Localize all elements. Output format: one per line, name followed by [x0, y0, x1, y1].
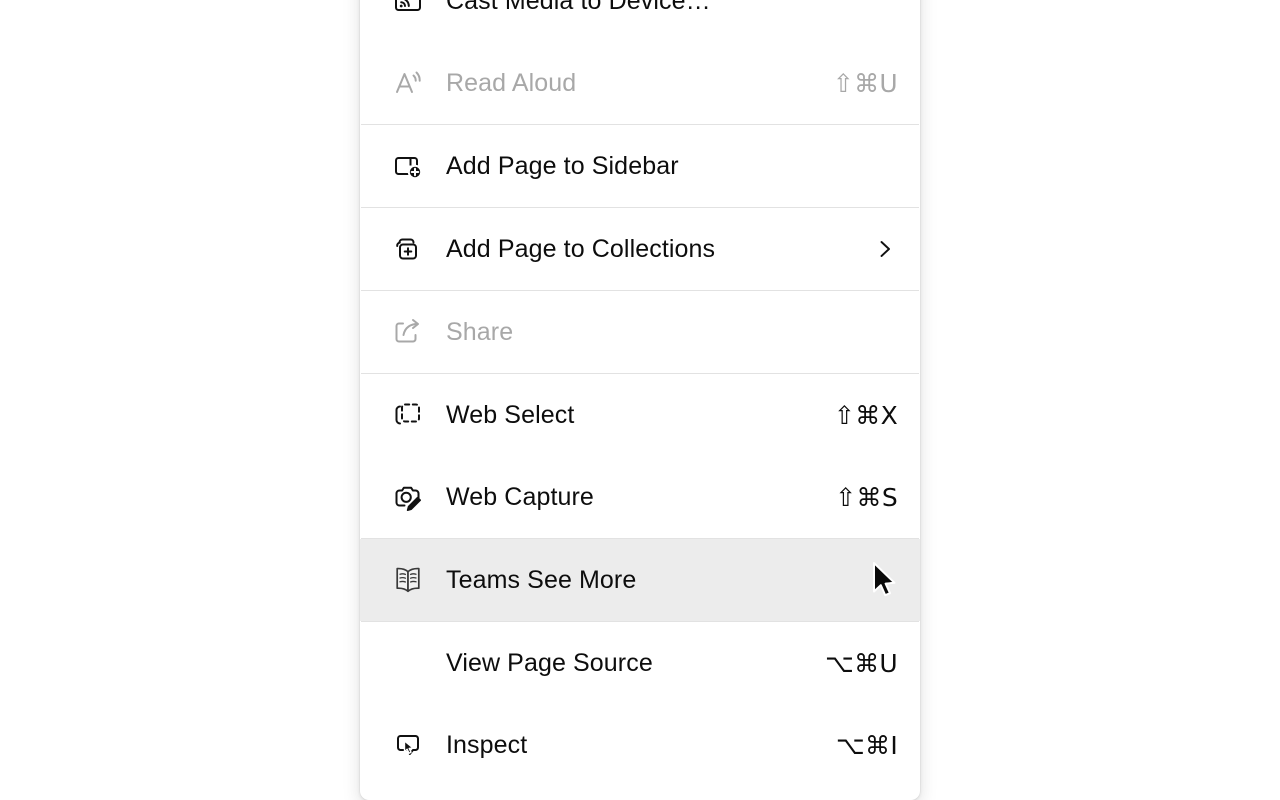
menu-item-cast-media-to-device[interactable]: Cast Media to Device…	[360, 0, 920, 42]
menu-item-add-page-to-collections[interactable]: Add Page to Collections	[360, 208, 920, 290]
menu-item-teams-see-more[interactable]: Teams See More	[360, 539, 920, 621]
menu-item-shortcut: ⌥⌘I	[836, 733, 898, 758]
chevron-right-icon	[872, 236, 898, 262]
menu-group-share: Share	[360, 291, 920, 373]
menu-item-share[interactable]: Share	[360, 291, 920, 373]
menu-item-read-aloud[interactable]: Read Aloud ⇧⌘U	[360, 42, 920, 124]
menu-item-label: Cast Media to Device…	[446, 0, 874, 14]
menu-group-media: Cast Media to Device… Read Aloud ⇧⌘U	[360, 0, 920, 124]
web-select-icon	[390, 397, 426, 433]
menu-item-label: Web Select	[446, 403, 810, 428]
menu-item-label: Add Page to Sidebar	[446, 154, 874, 179]
menu-group-extensions: Teams See More	[360, 539, 920, 621]
menu-item-label: Share	[446, 320, 874, 345]
no-icon-placeholder	[390, 645, 426, 681]
menu-item-shortcut: ⇧⌘X	[834, 403, 898, 428]
add-page-to-sidebar-icon	[390, 148, 426, 184]
menu-group-developer: View Page Source ⌥⌘U Inspect ⌥⌘I	[360, 622, 920, 786]
cast-icon	[390, 0, 426, 19]
inspect-icon	[390, 727, 426, 763]
menu-item-web-select[interactable]: Web Select ⇧⌘X	[360, 374, 920, 456]
menu-group-web-tools: Web Select ⇧⌘X Web Capture ⇧⌘S	[360, 374, 920, 538]
menu-item-add-page-to-sidebar[interactable]: Add Page to Sidebar	[360, 125, 920, 207]
browser-page-context-menu: Cast Media to Device… Read Aloud ⇧⌘U	[360, 0, 920, 800]
add-page-to-collections-icon	[390, 231, 426, 267]
menu-group-collections: Add Page to Collections	[360, 208, 920, 290]
open-book-icon	[390, 562, 426, 598]
menu-item-label: Inspect	[446, 733, 812, 758]
menu-item-shortcut: ⇧⌘U	[833, 71, 898, 96]
menu-item-inspect[interactable]: Inspect ⌥⌘I	[360, 704, 920, 786]
menu-item-label: Teams See More	[446, 568, 874, 593]
share-icon	[390, 314, 426, 350]
menu-item-label: Read Aloud	[446, 71, 809, 96]
web-capture-icon	[390, 479, 426, 515]
menu-item-view-page-source[interactable]: View Page Source ⌥⌘U	[360, 622, 920, 704]
menu-item-shortcut: ⌥⌘U	[825, 651, 898, 676]
screen: Cast Media to Device… Read Aloud ⇧⌘U	[0, 0, 1280, 800]
read-aloud-icon	[390, 65, 426, 101]
menu-item-web-capture[interactable]: Web Capture ⇧⌘S	[360, 456, 920, 538]
menu-item-label: View Page Source	[446, 651, 801, 676]
menu-item-label: Web Capture	[446, 485, 811, 510]
menu-group-sidebar: Add Page to Sidebar	[360, 125, 920, 207]
menu-item-label: Add Page to Collections	[446, 237, 848, 262]
menu-item-shortcut: ⇧⌘S	[835, 485, 898, 510]
